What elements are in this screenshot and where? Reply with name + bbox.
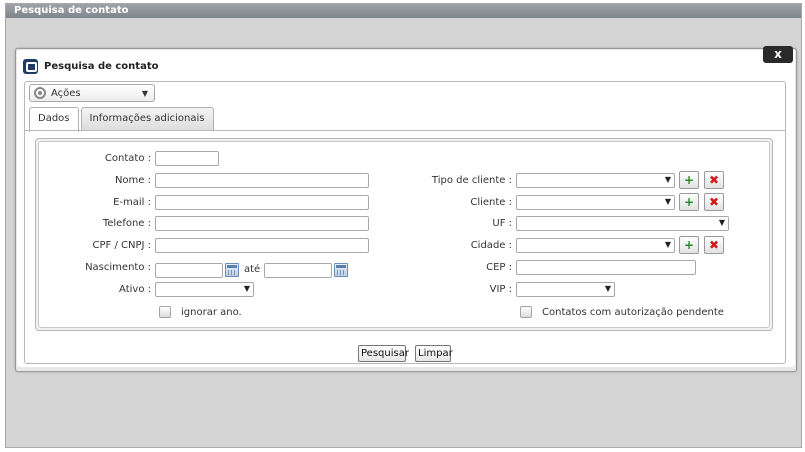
content-panel: Ações ▼ Dados Informações adicionais Con… xyxy=(24,81,786,364)
search-dialog: Pesquisa de contato x Ações ▼ Dados Info… xyxy=(15,46,797,372)
cidade-select[interactable]: ▼ xyxy=(516,238,675,253)
cidade-label: Cidade : xyxy=(470,240,512,251)
email-label: E-mail : xyxy=(113,197,151,208)
tab-divider xyxy=(25,130,785,131)
autorizacao-pendente-label: Contatos com autorização pendente xyxy=(542,307,724,318)
chat-icon xyxy=(23,58,38,74)
contato-label: Contato : xyxy=(104,153,151,164)
vip-label: VIP : xyxy=(489,284,512,295)
nascimento-label: Nascimento : xyxy=(85,262,151,273)
remove-icon[interactable]: ✖ xyxy=(704,171,724,189)
cpf-cnpj-label: CPF / CNPJ : xyxy=(92,240,151,251)
tipo-cliente-select[interactable]: ▼ xyxy=(516,173,675,188)
email-field[interactable] xyxy=(155,195,369,210)
close-button[interactable]: x xyxy=(763,46,793,63)
form-panel: Contato : Nome : E-mail : Telefone : CPF… xyxy=(38,141,770,328)
chevron-down-icon: ▼ xyxy=(718,218,725,227)
ignorar-ano-checkbox[interactable] xyxy=(159,306,171,318)
autorizacao-pendente-checkbox[interactable] xyxy=(520,306,532,318)
actions-label: Ações xyxy=(51,87,81,99)
window-title: Pesquisa de contato xyxy=(6,4,801,18)
uf-select[interactable]: ▼ xyxy=(516,216,729,231)
nascimento-from-field[interactable] xyxy=(155,263,223,278)
nascimento-to-field[interactable] xyxy=(264,263,332,278)
chevron-down-icon: ▼ xyxy=(664,197,671,206)
chevron-down-icon: ▼ xyxy=(243,284,250,293)
telefone-label: Telefone : xyxy=(102,218,151,229)
tab-informacoes-adicionais[interactable]: Informações adicionais xyxy=(80,107,214,131)
chevron-down-icon: ▼ xyxy=(604,284,611,293)
ativo-label: Ativo : xyxy=(119,284,151,295)
add-search-icon[interactable]: + xyxy=(679,193,699,211)
chevron-down-icon: ▼ xyxy=(141,89,148,98)
remove-icon[interactable]: ✖ xyxy=(704,236,724,254)
cep-field[interactable] xyxy=(516,260,696,275)
nome-field[interactable] xyxy=(155,173,369,188)
add-search-icon[interactable]: + xyxy=(679,171,699,189)
gear-icon xyxy=(34,87,46,99)
tab-bar: Dados Informações adicionais xyxy=(29,107,216,132)
calendar-icon[interactable] xyxy=(225,263,239,277)
ativo-select[interactable]: ▼ xyxy=(155,282,254,297)
tab-dados[interactable]: Dados xyxy=(29,107,79,132)
actions-dropdown[interactable]: Ações ▼ xyxy=(29,84,155,102)
cep-label: CEP : xyxy=(486,262,512,273)
cliente-label: Cliente : xyxy=(470,197,512,208)
dialog-title: Pesquisa de contato xyxy=(44,60,159,72)
clear-button[interactable]: Limpar xyxy=(415,345,453,362)
nascimento-separator: até xyxy=(244,264,261,275)
nome-label: Nome : xyxy=(114,175,151,186)
telefone-field[interactable] xyxy=(155,216,369,231)
vip-select[interactable]: ▼ xyxy=(516,282,615,297)
calendar-icon[interactable] xyxy=(334,263,348,277)
dialog-body: Pesquisa de contato x Ações ▼ Dados Info… xyxy=(17,46,795,367)
form-container: Contato : Nome : E-mail : Telefone : CPF… xyxy=(35,138,773,331)
chevron-down-icon: ▼ xyxy=(664,240,671,249)
remove-icon[interactable]: ✖ xyxy=(704,193,724,211)
outer-window: Pesquisa de contato Pesquisa de contato … xyxy=(5,3,802,448)
cpf-cnpj-field[interactable] xyxy=(155,238,369,253)
ignorar-ano-label: ignorar ano. xyxy=(181,307,242,318)
add-search-icon[interactable]: + xyxy=(679,236,699,254)
cliente-select[interactable]: ▼ xyxy=(516,195,675,210)
chevron-down-icon: ▼ xyxy=(664,175,671,184)
uf-label: UF : xyxy=(492,218,512,229)
tipo-cliente-label: Tipo de cliente : xyxy=(431,175,512,186)
dialog-header: Pesquisa de contato xyxy=(23,57,158,75)
contato-field[interactable] xyxy=(155,151,219,166)
search-button[interactable]: Pesquisar xyxy=(358,345,409,362)
